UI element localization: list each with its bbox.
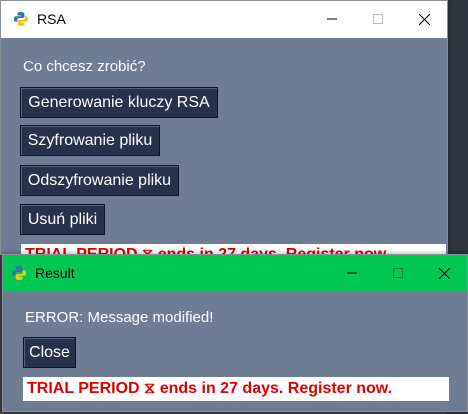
- minimize-icon: [327, 18, 337, 20]
- python-icon: [12, 266, 26, 280]
- error-message: ERROR: Message modified!: [25, 309, 214, 326]
- maximize-button[interactable]: [355, 1, 401, 37]
- delete-files-button[interactable]: Usuń pliki: [20, 204, 105, 235]
- result-close-button[interactable]: [421, 255, 467, 291]
- result-window: Result ERROR: Message modified! Close TR…: [2, 254, 468, 412]
- encrypt-file-button[interactable]: Szyfrowanie pliku: [20, 125, 160, 156]
- result-trial-banner: TRIAL PERIOD ⧖ ends in 27 days. Register…: [23, 377, 449, 401]
- minimize-button[interactable]: [309, 1, 355, 37]
- generate-keys-button[interactable]: Generowanie kluczy RSA: [20, 87, 218, 118]
- decrypt-file-button[interactable]: Odszyfrowanie pliku: [20, 165, 179, 196]
- prompt-label: Co chcesz zrobić?: [23, 58, 146, 75]
- close-button[interactable]: [401, 1, 447, 37]
- close-dialog-button[interactable]: Close: [23, 337, 76, 368]
- minimize-icon: [347, 272, 357, 274]
- python-icon: [14, 12, 28, 26]
- result-window-title: Result: [35, 265, 75, 281]
- close-icon: [418, 13, 430, 25]
- maximize-icon: [373, 14, 383, 24]
- maximize-icon: [393, 268, 403, 278]
- result-maximize-button[interactable]: [375, 255, 421, 291]
- rsa-window-title: RSA: [37, 11, 66, 27]
- close-icon: [438, 267, 450, 279]
- result-client-area: ERROR: Message modified! Close TRIAL PER…: [3, 292, 467, 411]
- result-minimize-button[interactable]: [329, 255, 375, 291]
- rsa-window: RSA Co chcesz zrobić? Generowanie kluczy…: [0, 0, 448, 266]
- rsa-client-area: Co chcesz zrobić? Generowanie kluczy RSA…: [1, 38, 447, 266]
